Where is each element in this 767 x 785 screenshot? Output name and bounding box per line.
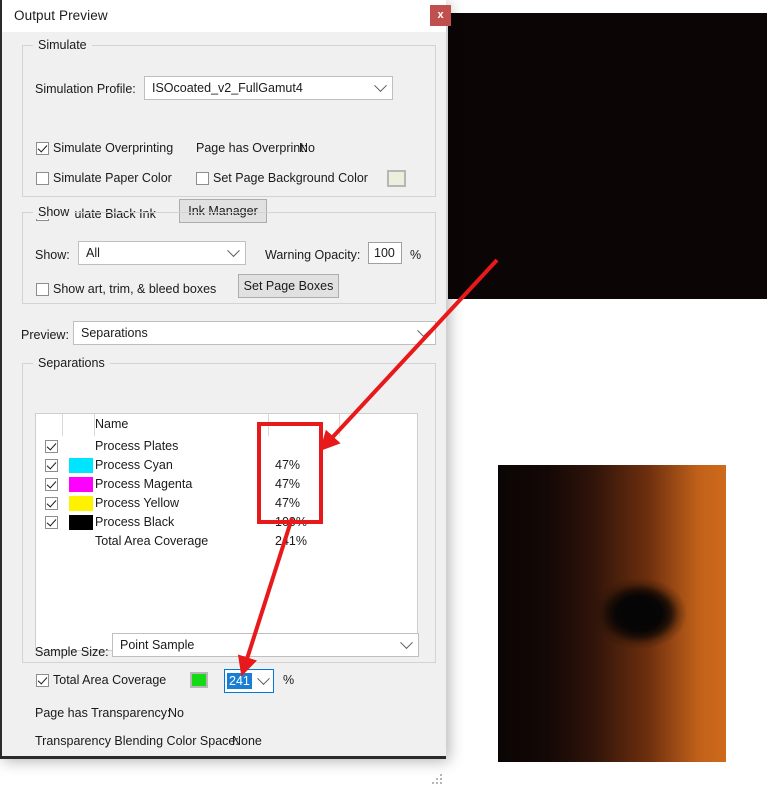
preview-label: Preview: bbox=[21, 328, 69, 342]
titlebar: Output Preview x bbox=[2, 0, 451, 32]
warning-opacity-input[interactable]: 100 bbox=[368, 242, 402, 264]
separation-percent: 241% bbox=[275, 534, 307, 548]
separation-name: Process Magenta bbox=[95, 477, 193, 491]
set-page-background-color-checkbox[interactable] bbox=[196, 172, 209, 185]
column-header-name: Name bbox=[95, 417, 129, 431]
separation-color-swatch bbox=[69, 515, 93, 530]
separation-name: Process Yellow bbox=[95, 496, 180, 510]
page-has-transparency-value: No bbox=[168, 706, 184, 720]
simulate-overprinting-label: Simulate Overprinting bbox=[53, 141, 174, 155]
total-area-coverage-combobox[interactable]: 241 bbox=[224, 669, 274, 693]
simulate-group-title: Simulate bbox=[33, 38, 92, 52]
total-area-coverage-checkbox[interactable] bbox=[36, 674, 49, 687]
separation-row[interactable]: Process Yellow 47% bbox=[36, 494, 417, 513]
separations-header-row: Name bbox=[36, 414, 417, 436]
blending-color-space-value: None bbox=[232, 734, 262, 748]
dialog-body: Simulate Simulation Profile: ISOcoated_v… bbox=[2, 32, 446, 784]
separations-list[interactable]: Name Process Plates Process Cyan 47% Proces… bbox=[35, 413, 418, 651]
simulate-overprinting-checkbox[interactable] bbox=[36, 142, 49, 155]
separation-visibility-checkbox[interactable] bbox=[45, 497, 58, 510]
close-button[interactable]: x bbox=[430, 5, 451, 26]
total-area-coverage-color-swatch[interactable] bbox=[190, 672, 208, 688]
separation-color-swatch bbox=[69, 477, 93, 492]
chevron-down-icon[interactable] bbox=[221, 242, 245, 264]
separation-visibility-checkbox[interactable] bbox=[45, 516, 58, 529]
separation-percent: 47% bbox=[275, 477, 301, 491]
separation-visibility-checkbox[interactable] bbox=[45, 459, 58, 472]
document-preview-bottom bbox=[498, 465, 726, 762]
separation-row[interactable]: Process Plates bbox=[36, 437, 417, 456]
window-title: Output Preview bbox=[14, 8, 108, 23]
show-boxes-label: Show art, trim, & bleed boxes bbox=[53, 282, 217, 296]
separations-group-title: Separations bbox=[33, 356, 110, 370]
preview-value: Separations bbox=[81, 326, 148, 340]
simulate-paper-color-checkbox[interactable] bbox=[36, 172, 49, 185]
separation-percent: 47% bbox=[275, 458, 301, 472]
separation-percent: 100% bbox=[275, 515, 307, 529]
separation-name: Total Area Coverage bbox=[95, 534, 209, 548]
simulation-profile-label: Simulation Profile: bbox=[35, 82, 136, 96]
page-has-overprint-value: No bbox=[299, 141, 315, 155]
column-divider bbox=[268, 414, 269, 436]
show-group-title: Show bbox=[33, 205, 75, 219]
dialog-bottom-edge bbox=[0, 756, 446, 759]
set-page-boxes-button[interactable]: Set Page Boxes bbox=[238, 274, 339, 298]
blending-color-space-label: Transparency Blending Color Space: bbox=[35, 734, 239, 748]
warning-opacity-unit: % bbox=[410, 248, 422, 262]
page-background-color-swatch[interactable] bbox=[387, 170, 406, 187]
separation-row[interactable]: Process Magenta 47% bbox=[36, 475, 417, 494]
preview-combobox[interactable]: Separations bbox=[73, 321, 436, 345]
page-has-transparency-label: Page has Transparency: bbox=[35, 706, 171, 720]
sample-size-value: Point Sample bbox=[120, 638, 195, 652]
simulate-paper-color-label: Simulate Paper Color bbox=[53, 171, 172, 185]
separation-visibility-checkbox[interactable] bbox=[45, 440, 58, 453]
simulation-profile-combobox[interactable]: ISOcoated_v2_FullGamut4 bbox=[144, 76, 393, 100]
document-preview-top bbox=[448, 13, 767, 299]
close-icon: x bbox=[437, 9, 444, 21]
warning-opacity-label: Warning Opacity: bbox=[265, 248, 361, 262]
separation-color-swatch bbox=[69, 458, 93, 473]
separation-visibility-checkbox[interactable] bbox=[45, 478, 58, 491]
total-area-coverage-label: Total Area Coverage bbox=[53, 673, 167, 687]
chevron-down-icon[interactable] bbox=[368, 77, 392, 99]
warning-opacity-value: 100 bbox=[374, 246, 395, 260]
separation-row[interactable]: Process Cyan 47% bbox=[36, 456, 417, 475]
resize-grip[interactable] bbox=[432, 774, 443, 785]
set-page-background-color-label: Set Page Background Color bbox=[213, 171, 368, 185]
total-area-coverage-unit: % bbox=[283, 673, 295, 687]
separation-row[interactable]: Total Area Coverage 241% bbox=[36, 532, 417, 551]
separation-percent: 47% bbox=[275, 496, 301, 510]
separation-name: Process Cyan bbox=[95, 458, 173, 472]
total-area-coverage-value: 241 bbox=[227, 673, 252, 689]
page-has-overprint-label: Page has Overprint: bbox=[196, 141, 308, 155]
chevron-down-icon[interactable] bbox=[411, 322, 435, 344]
simulation-profile-value: ISOcoated_v2_FullGamut4 bbox=[152, 81, 303, 95]
show-combobox[interactable]: All bbox=[78, 241, 246, 265]
show-label: Show: bbox=[35, 248, 70, 262]
show-value: All bbox=[86, 246, 100, 260]
column-divider bbox=[339, 414, 340, 436]
output-preview-dialog: Output Preview x Simulate Simulation Pro… bbox=[0, 0, 451, 784]
chevron-down-icon[interactable] bbox=[253, 670, 273, 692]
sample-size-label: Sample Size: bbox=[35, 645, 109, 659]
column-divider bbox=[62, 414, 63, 436]
sample-size-combobox[interactable]: Point Sample bbox=[112, 633, 419, 657]
separation-name: Process Black bbox=[95, 515, 175, 529]
separation-name: Process Plates bbox=[95, 439, 179, 453]
show-boxes-checkbox[interactable] bbox=[36, 283, 49, 296]
separation-color-swatch bbox=[69, 496, 93, 511]
separation-row[interactable]: Process Black 100% bbox=[36, 513, 417, 532]
chevron-down-icon[interactable] bbox=[394, 634, 418, 656]
